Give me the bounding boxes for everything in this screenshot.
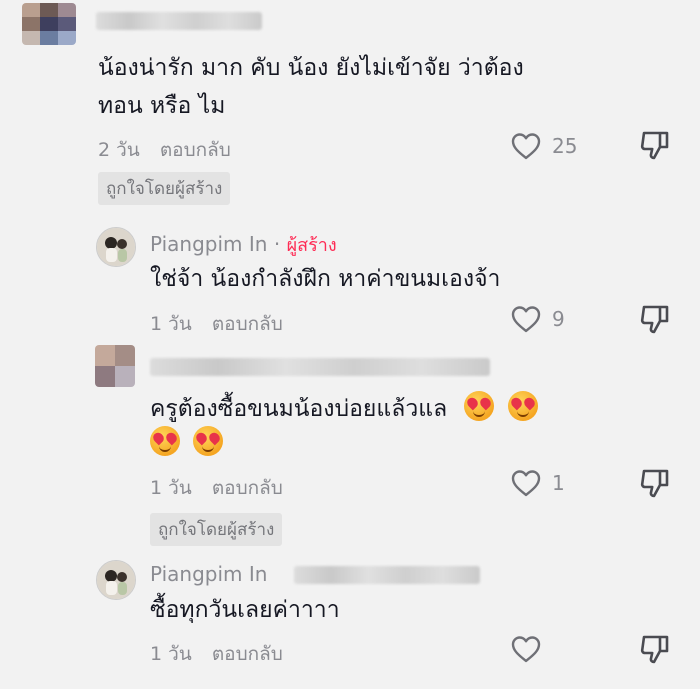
liked-by-creator-badge: ถูกใจโดยผู้สร้าง xyxy=(150,513,283,546)
creator-label: ผู้สร้าง xyxy=(286,235,337,256)
avatar-image xyxy=(97,561,135,599)
timestamp: 1 วัน xyxy=(150,477,192,499)
comment-text-body: ครูต้องซื้อขนมน้องบ่อยแล้วแล xyxy=(150,396,448,422)
comment-meta: 2 วัน ตอบกลับ xyxy=(98,135,231,165)
avatar[interactable] xyxy=(95,345,135,387)
timestamp: 1 วัน xyxy=(150,313,192,335)
like-button[interactable]: 9 xyxy=(510,304,565,334)
thumbs-down-icon[interactable] xyxy=(638,128,672,162)
like-button[interactable] xyxy=(510,634,552,664)
username[interactable]: Piangpim In · ผู้สร้าง xyxy=(150,230,337,259)
comment-text: ใช่จ้า น้องกำลังฝึก หาค่าขนมเองจ้า xyxy=(150,266,501,292)
avatar[interactable] xyxy=(96,227,136,267)
separator: · xyxy=(273,232,281,256)
thumbs-down-icon[interactable] xyxy=(638,302,672,336)
thumbs-down-icon[interactable] xyxy=(638,466,672,500)
comment-text: ซื้อทุกวันเลยค่าาาา xyxy=(150,597,340,623)
heart-outline-icon xyxy=(511,133,541,160)
like-count: 25 xyxy=(552,134,578,158)
comment-text: ทอน หรือ ไม xyxy=(98,93,226,119)
comment-meta: 1 วัน ตอบกลับ xyxy=(150,639,283,669)
reply-button[interactable]: ตอบกลับ xyxy=(212,477,283,499)
reply-button[interactable]: ตอบกลับ xyxy=(160,139,231,161)
avatar[interactable] xyxy=(96,560,136,600)
like-button[interactable]: 25 xyxy=(510,131,577,161)
reply-button[interactable]: ตอบกลับ xyxy=(212,313,283,335)
thumbs-down-icon[interactable] xyxy=(638,632,672,666)
username[interactable]: Piangpim In xyxy=(150,562,267,586)
username-text: Piangpim In xyxy=(150,232,268,256)
comment-text: ครูต้องซื้อขนมน้องบ่อยแล้วแล xyxy=(150,391,538,427)
comment-text: น้องน่ารัก มาก คับ น้อง ยังไม่เข้าจัย ว่… xyxy=(98,55,524,81)
timestamp: 2 วัน xyxy=(98,139,140,161)
emoji-line xyxy=(144,426,224,462)
reply-target-redacted xyxy=(294,566,480,584)
heart-outline-icon xyxy=(511,636,541,663)
comment-meta: 1 วัน ตอบกลับ xyxy=(150,309,283,339)
liked-by-creator-badge: ถูกใจโดยผู้สร้าง xyxy=(98,172,231,205)
smiling-face-with-hearts-icon xyxy=(507,391,538,421)
heart-outline-icon xyxy=(511,470,541,497)
username-text: Piangpim In xyxy=(150,562,268,586)
heart-outline-icon xyxy=(511,306,541,333)
smiling-face-with-hearts-icon xyxy=(150,426,180,456)
avatar-image xyxy=(97,228,135,266)
like-count: 1 xyxy=(552,471,565,495)
reply-button[interactable]: ตอบกลับ xyxy=(212,643,283,665)
smiling-face-with-hearts-icon xyxy=(193,426,224,456)
comment-meta: 1 วัน ตอบกลับ xyxy=(150,473,283,503)
timestamp: 1 วัน xyxy=(150,643,192,665)
smiling-face-with-hearts-icon xyxy=(464,391,495,421)
username-redacted xyxy=(96,12,262,30)
like-button[interactable]: 1 xyxy=(510,468,565,498)
like-count: 9 xyxy=(552,307,565,331)
avatar[interactable] xyxy=(22,3,76,45)
username-redacted xyxy=(150,358,490,376)
